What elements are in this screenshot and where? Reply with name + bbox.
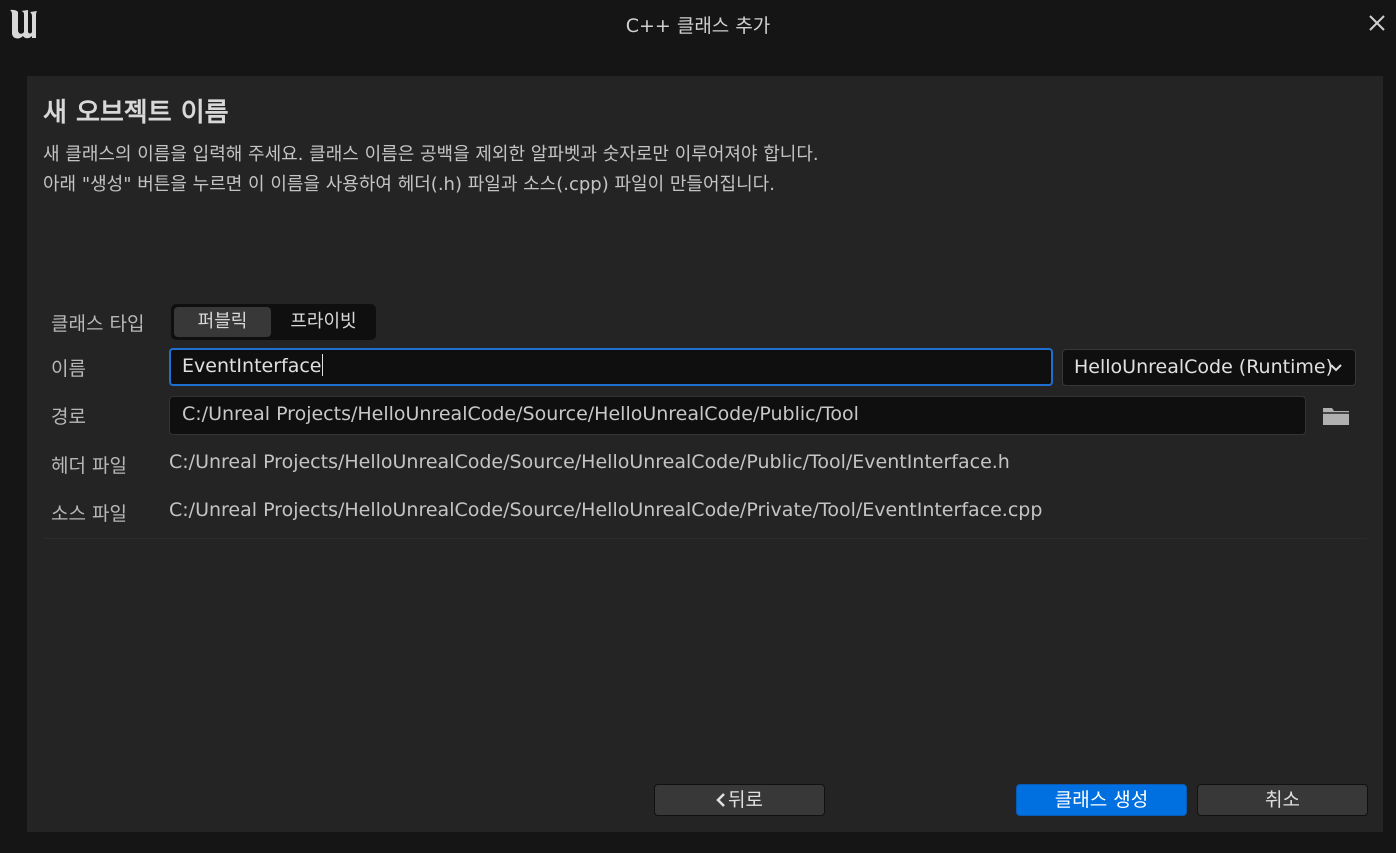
- class-type-toggle: 퍼블릭 프라이빗: [171, 304, 376, 340]
- window-title: C++ 클래스 추가: [625, 15, 771, 37]
- source-file-path: C:/Unreal Projects/HelloUnrealCode/Sourc…: [169, 499, 1043, 521]
- source-file-label: 소스 파일: [51, 503, 127, 525]
- description-line-2: 아래 "생성" 버튼을 누르면 이 이름을 사용하여 헤더(.h) 파일과 소스…: [43, 174, 775, 195]
- header-file-path: C:/Unreal Projects/HelloUnrealCode/Sourc…: [169, 451, 1010, 473]
- text-caret: [321, 354, 323, 376]
- folder-icon[interactable]: [1322, 405, 1350, 427]
- back-button-label: 뒤로: [728, 789, 763, 811]
- back-button[interactable]: 뒤로: [654, 784, 825, 816]
- page-title: 새 오브젝트 이름: [43, 98, 229, 128]
- class-name-value: EventInterface: [182, 355, 322, 377]
- path-input[interactable]: C:/Unreal Projects/HelloUnrealCode/Sourc…: [169, 396, 1306, 435]
- title-bar: C++ 클래스 추가: [0, 0, 1396, 46]
- create-class-button[interactable]: 클래스 생성: [1016, 784, 1187, 816]
- name-label: 이름: [51, 358, 86, 380]
- close-icon[interactable]: [1364, 10, 1390, 36]
- module-dropdown[interactable]: HelloUnrealCode (Runtime): [1062, 349, 1356, 386]
- class-type-label: 클래스 타입: [51, 313, 145, 335]
- class-type-private-option[interactable]: 프라이빗: [274, 307, 373, 337]
- class-type-public-option[interactable]: 퍼블릭: [174, 307, 271, 337]
- divider: [43, 538, 1367, 539]
- description-line-1: 새 클래스의 이름을 입력해 주세요. 클래스 이름은 공백을 제외한 알파벳과…: [43, 144, 819, 165]
- add-cpp-class-dialog: C++ 클래스 추가 새 오브젝트 이름 새 클래스의 이름을 입력해 주세요.…: [0, 0, 1396, 853]
- header-file-label: 헤더 파일: [51, 455, 127, 477]
- path-label: 경로: [51, 406, 86, 428]
- class-name-input[interactable]: EventInterface: [169, 348, 1053, 386]
- main-panel: 새 오브젝트 이름 새 클래스의 이름을 입력해 주세요. 클래스 이름은 공백…: [27, 76, 1383, 832]
- path-input-value: C:/Unreal Projects/HelloUnrealCode/Sourc…: [182, 403, 859, 425]
- chevron-left-icon: [716, 793, 725, 807]
- module-dropdown-value: HelloUnrealCode (Runtime): [1074, 356, 1333, 378]
- chevron-down-icon: [1330, 364, 1342, 372]
- cancel-button[interactable]: 취소: [1197, 784, 1368, 816]
